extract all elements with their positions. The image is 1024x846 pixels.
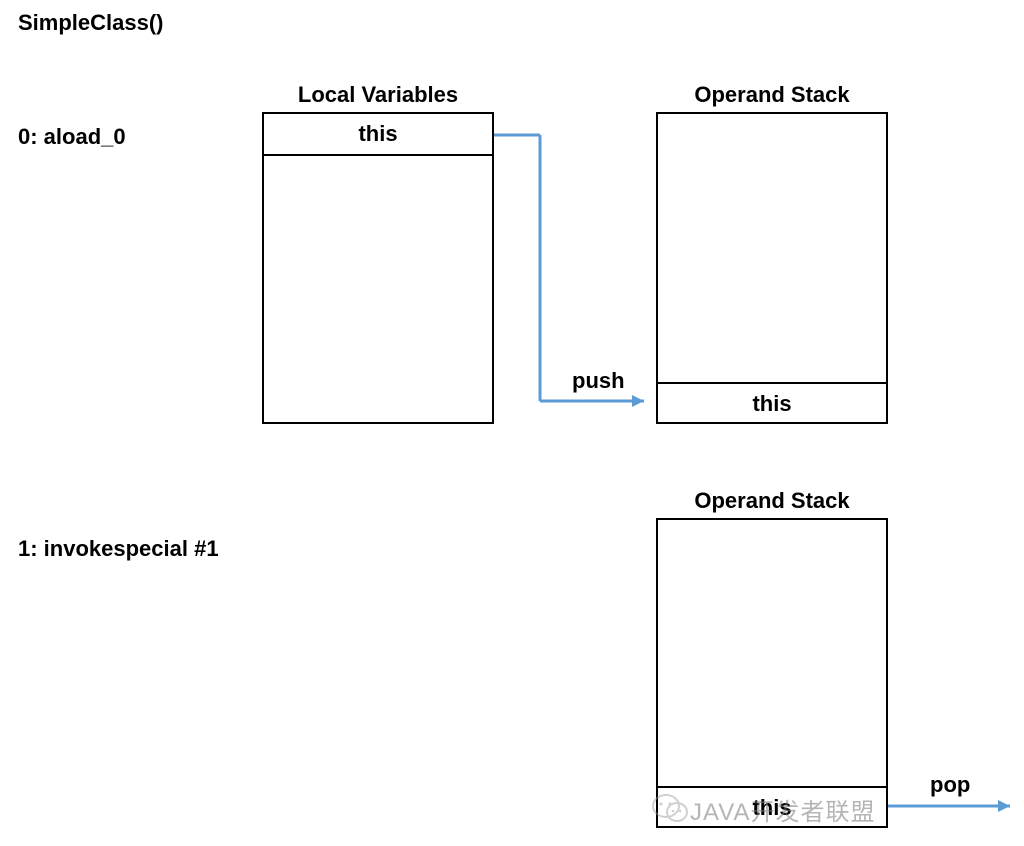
instruction-1: 1: invokespecial #1 xyxy=(18,536,219,562)
operand-stack-1-box: this xyxy=(656,112,888,424)
operand-stack-1-cell-this: this xyxy=(658,382,886,424)
instruction-0: 0: aload_0 xyxy=(18,124,126,150)
diagram-title: SimpleClass() xyxy=(18,10,164,36)
local-variables-cell-this: this xyxy=(264,114,492,156)
local-variables-box: this xyxy=(262,112,494,424)
operand-stack-1-title: Operand Stack xyxy=(656,82,888,108)
local-variables-title: Local Variables xyxy=(262,82,494,108)
pop-label: pop xyxy=(930,772,970,798)
operand-stack-2-title: Operand Stack xyxy=(656,488,888,514)
operand-stack-2-box: this xyxy=(656,518,888,828)
watermark-text: JAVA开发者联盟 xyxy=(690,792,875,827)
wechat-icon xyxy=(650,790,690,826)
push-label: push xyxy=(572,368,625,394)
